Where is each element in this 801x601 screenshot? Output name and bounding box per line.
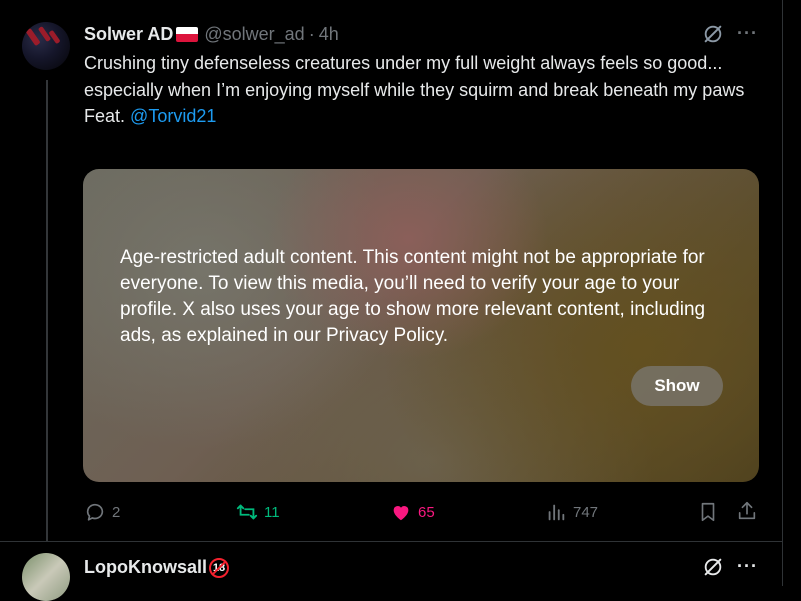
show-media-button[interactable]: Show: [631, 366, 723, 406]
post-header: Solwer AD @solwer_ad · 4h: [84, 22, 339, 46]
author-avatar[interactable]: [22, 22, 70, 70]
like-button[interactable]: 65: [390, 501, 435, 523]
views-icon: [548, 504, 565, 521]
column-border: [782, 0, 783, 586]
author-name[interactable]: Solwer AD: [84, 24, 173, 45]
mention-link[interactable]: @Torvid21: [130, 106, 216, 126]
share-icon: [738, 501, 756, 520]
bookmark-icon: [701, 502, 715, 522]
next-author-name[interactable]: LopoKnowsall: [84, 557, 207, 578]
grok-icon[interactable]: [702, 556, 724, 578]
feat-label: Feat.: [84, 106, 126, 126]
post-actions: 2 11 65 747: [0, 499, 782, 525]
heart-icon: [393, 506, 409, 521]
no-18-badge-icon: 18: [209, 557, 229, 578]
repost-button[interactable]: 11: [236, 501, 280, 523]
views-button[interactable]: 747: [545, 501, 598, 523]
post-body: Crushing tiny defenseless creatures unde…: [84, 53, 745, 100]
repost-count: 11: [264, 503, 280, 521]
reply-button[interactable]: 2: [84, 501, 120, 523]
next-author-avatar[interactable]: [22, 553, 70, 601]
share-button[interactable]: [736, 500, 758, 522]
more-icon[interactable]: ···: [737, 556, 758, 577]
next-post-header: LopoKnowsall 18: [84, 557, 229, 578]
like-count: 65: [418, 503, 435, 521]
reply-icon: [86, 503, 104, 521]
bookmark-button[interactable]: [697, 501, 719, 523]
grok-icon[interactable]: [702, 23, 724, 45]
sensitive-media[interactable]: Age-restricted adult content. This conte…: [83, 169, 759, 482]
more-icon[interactable]: ···: [737, 23, 758, 44]
poland-flag-icon: [176, 26, 199, 42]
post-text: Crushing tiny defenseless creatures unde…: [84, 50, 764, 130]
thread-line: [46, 80, 48, 542]
post-time[interactable]: 4h: [319, 24, 339, 45]
reply-count: 2: [112, 503, 121, 521]
repost-icon: [236, 504, 258, 520]
separator: ·: [308, 23, 315, 44]
age-restriction-message: Age-restricted adult content. This conte…: [120, 247, 706, 346]
views-count: 747: [573, 503, 599, 521]
post-divider: [0, 541, 782, 542]
author-handle[interactable]: @solwer_ad: [204, 24, 304, 45]
